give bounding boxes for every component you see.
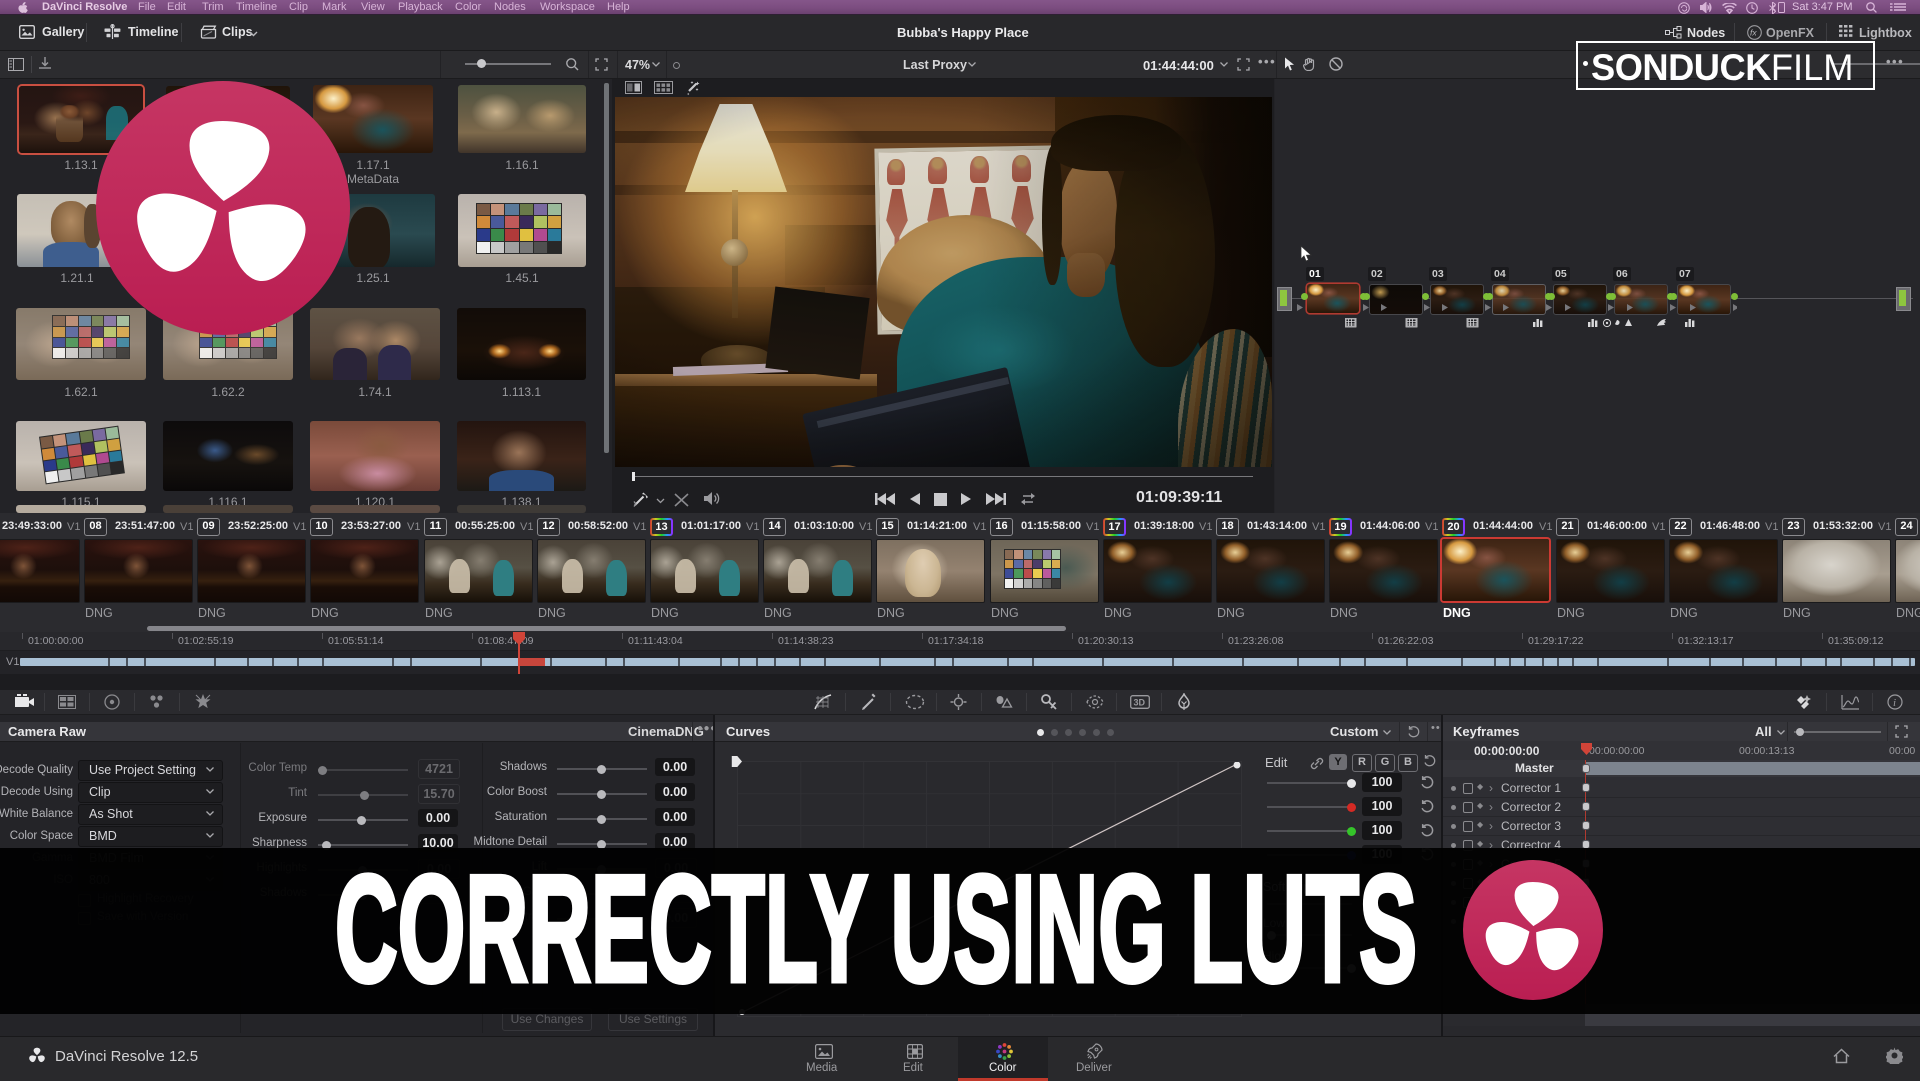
svg-text:fx: fx [1750,28,1757,38]
svg-text:i: i [1893,697,1896,709]
svg-text:3D: 3D [1134,698,1146,708]
